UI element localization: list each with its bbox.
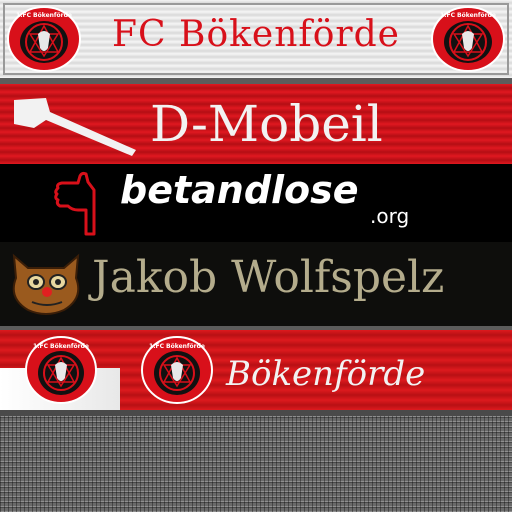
d-mobeil-banner: D-Mobeil <box>0 84 512 164</box>
jakob-wolfspelz-banner: Jakob Wolfspelz <box>0 242 512 326</box>
thumbs-down-icon <box>54 171 96 236</box>
badge-text: 1.FC Bökenförde <box>16 12 72 19</box>
badge-text: 1.FC Bökenförde <box>440 12 496 19</box>
sponsor-brand-text: betandlose <box>120 168 359 212</box>
sponsor-domain-text: .org <box>370 204 410 228</box>
betandlose-banner: betandlose .org <box>0 164 512 242</box>
badge-text: 1.FC Bökenförde <box>149 343 205 350</box>
club-badge-right-icon: 1.FC Bökenförde <box>431 6 505 72</box>
sponsor-name-text: D-Mobeil <box>150 95 383 153</box>
club-name-text: FC Bökenförde <box>112 14 400 55</box>
wolf-mascot-icon <box>12 253 80 315</box>
axe-icon <box>14 98 136 156</box>
club-badge-left-icon: 1.FC Bökenförde <box>7 6 81 72</box>
club-badge-flag-left-icon: 1.FC Bökenförde <box>25 336 97 404</box>
fc-bokenforde-banner: 1.FC Bökenförde FC Bökenförde 1.FC Böken… <box>0 0 512 78</box>
badge-text: 1.FC Bökenförde <box>33 343 89 350</box>
bokenforde-flag-banner: 1.FC Bökenförde 1.FC Bökenförde Bökenför… <box>0 330 512 410</box>
flag-script-text: Bökenförde <box>226 354 426 394</box>
sponsor-name-text: Jakob Wolfspelz <box>92 252 445 303</box>
club-badge-flag-right-icon: 1.FC Bökenförde <box>141 336 213 404</box>
metal-grid-panel <box>0 416 512 512</box>
